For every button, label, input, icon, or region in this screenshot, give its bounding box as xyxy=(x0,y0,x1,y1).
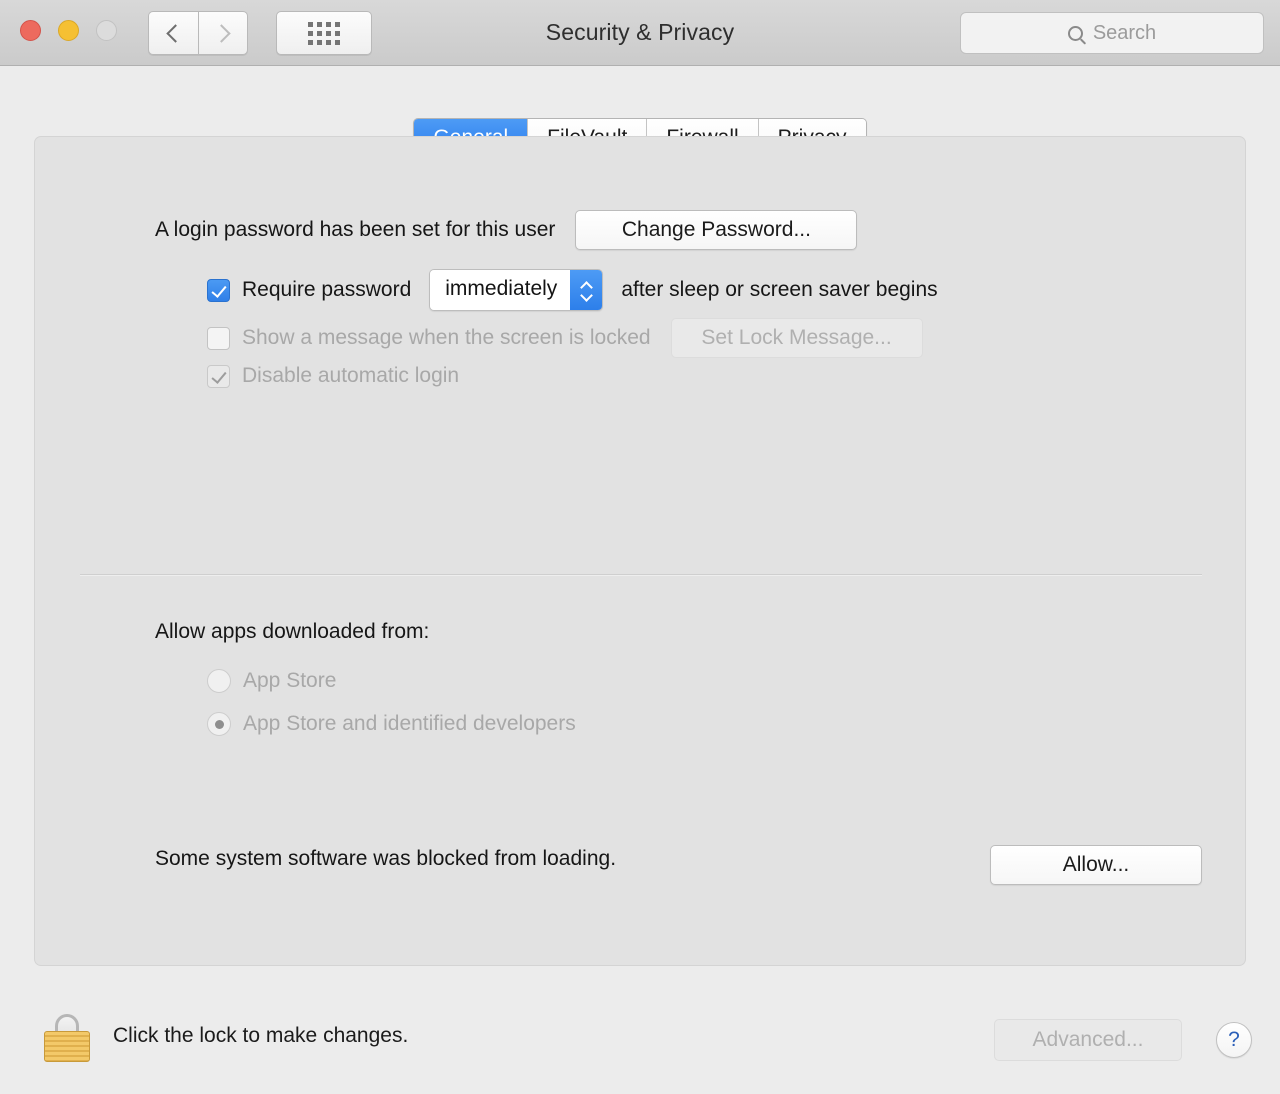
allow-apps-option-identified-developers[interactable]: App Store and identified developers xyxy=(207,712,576,736)
lock-message-row: Show a message when the screen is locked… xyxy=(207,318,923,358)
require-password-interval-value: immediately xyxy=(430,270,571,310)
show-lock-message-label: Show a message when the screen is locked xyxy=(242,326,651,349)
disable-auto-login-checkbox xyxy=(207,364,230,388)
advanced-button: Advanced... xyxy=(994,1019,1182,1061)
radio-app-store[interactable] xyxy=(207,669,231,693)
window-footer: Click the lock to make changes. Advanced… xyxy=(0,966,1280,1094)
help-button[interactable]: ? xyxy=(1216,1022,1252,1058)
general-settings-panel: A login password has been set for this u… xyxy=(34,136,1246,966)
allow-apps-heading: Allow apps downloaded from: xyxy=(155,620,430,643)
disable-auto-login-label: Disable automatic login xyxy=(242,364,460,387)
chevron-down-icon xyxy=(581,292,592,298)
login-password-row: A login password has been set for this u… xyxy=(155,210,858,250)
chevron-up-icon xyxy=(581,282,592,288)
allow-button-wrap: Allow... xyxy=(990,845,1202,885)
require-password-label: Require password xyxy=(242,278,412,301)
require-password-row: Require password immediately after sleep… xyxy=(207,269,938,311)
allow-apps-option-app-store[interactable]: App Store xyxy=(207,669,336,693)
section-divider xyxy=(80,574,1202,575)
disable-auto-login-row: Disable automatic login xyxy=(207,364,459,388)
radio-app-store-label: App Store xyxy=(243,669,337,692)
login-password-status: A login password has been set for this u… xyxy=(155,218,556,241)
search-icon xyxy=(1067,25,1083,41)
show-lock-message-checkbox[interactable] xyxy=(207,326,230,350)
window-titlebar: Security & Privacy Search xyxy=(0,0,1280,66)
change-password-button[interactable]: Change Password... xyxy=(575,210,858,250)
require-password-suffix: after sleep or screen saver begins xyxy=(621,278,938,301)
allow-apps-heading-row: Allow apps downloaded from: xyxy=(155,620,429,644)
allow-button[interactable]: Allow... xyxy=(990,845,1202,885)
require-password-checkbox[interactable] xyxy=(207,278,230,302)
radio-identified-developers[interactable] xyxy=(207,712,231,736)
radio-identified-developers-label: App Store and identified developers xyxy=(243,712,576,735)
blocked-software-message: Some system software was blocked from lo… xyxy=(155,847,617,870)
blocked-software-row: Some system software was blocked from lo… xyxy=(155,847,616,871)
lock-hint-text: Click the lock to make changes. xyxy=(113,1024,409,1047)
stepper-icon[interactable] xyxy=(570,270,603,310)
require-password-interval-select[interactable]: immediately xyxy=(429,269,604,311)
set-lock-message-button: Set Lock Message... xyxy=(670,318,923,358)
search-input[interactable]: Search xyxy=(960,12,1264,54)
search-placeholder: Search xyxy=(1092,21,1157,44)
lock-icon[interactable] xyxy=(44,1014,90,1062)
padlock-body-icon xyxy=(44,1031,90,1062)
